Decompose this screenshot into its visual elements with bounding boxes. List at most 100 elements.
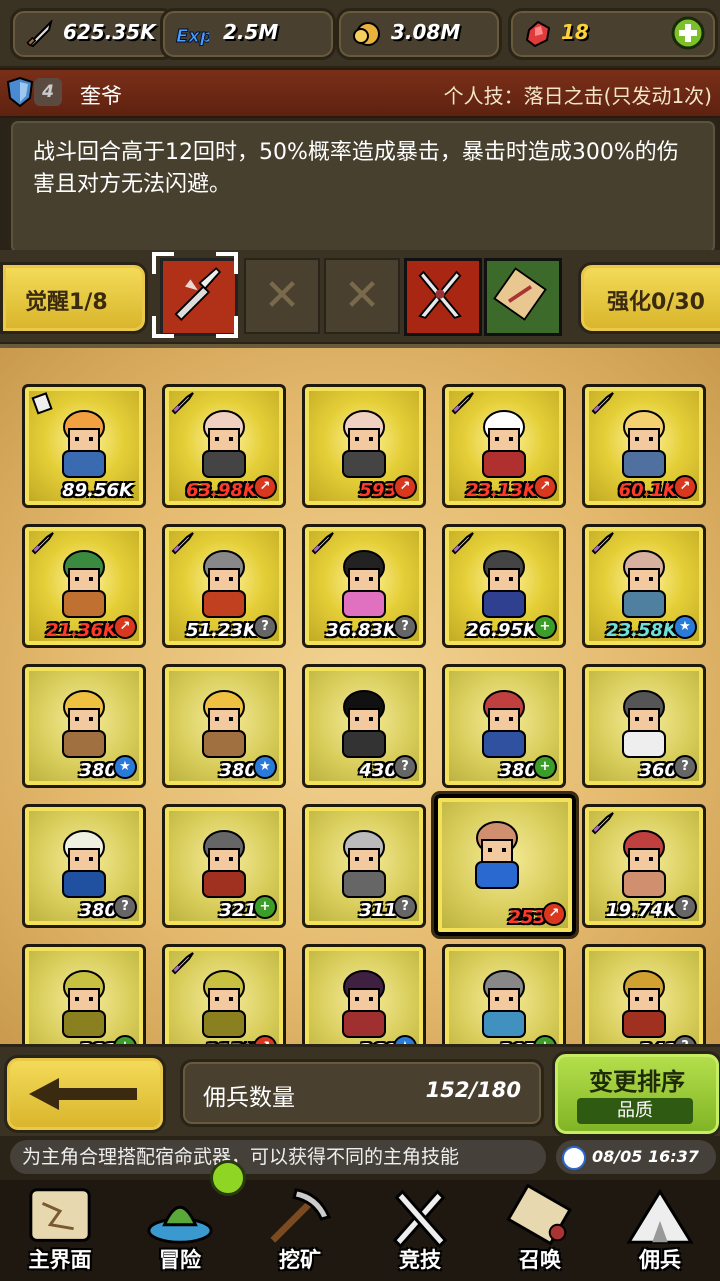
mercenary-portrait <box>482 550 526 618</box>
tips-bar: 为主角合理搭配宿命武器，可以获得不同的主角技能 08/05 16:37 <box>0 1136 720 1182</box>
mercenary-card[interactable]: 19.74K? <box>582 804 706 928</box>
nav-item[interactable]: 佣兵 <box>600 1180 720 1281</box>
class-badge-icon: ? <box>393 895 417 919</box>
nav-item[interactable]: 主界面 <box>0 1180 120 1281</box>
mercenary-power: 26.95K <box>466 620 537 641</box>
mercenary-power: 23.58K <box>606 620 677 641</box>
map-scroll-icon <box>29 1188 91 1242</box>
mercenary-card[interactable]: 381+ <box>22 944 146 1048</box>
mercenary-card[interactable]: 360? <box>582 664 706 788</box>
mercenary-card[interactable]: 341? <box>582 944 706 1048</box>
mercenary-card[interactable]: 51.23K? <box>162 524 286 648</box>
mercenary-card[interactable]: 213K↗ <box>162 944 286 1048</box>
mercenary-card[interactable]: 593 ↗ <box>302 384 426 508</box>
mercenary-card[interactable]: 23.58K ★ <box>582 524 706 648</box>
mercenary-card[interactable]: 311? <box>302 804 426 928</box>
bottom-controls: 佣兵数量 152/180 变更排序 品质 <box>0 1044 720 1139</box>
count-label: 佣兵数量 <box>203 1085 295 1111</box>
nav-label: 挖矿 <box>279 1248 321 1272</box>
nav-label: 竞技 <box>399 1248 441 1272</box>
exp-value: 2.5M <box>223 20 279 44</box>
scroll-tag-icon <box>31 391 55 415</box>
mercenary-power: 321 <box>219 900 257 921</box>
enhance-label: 强化0/30 <box>607 290 705 315</box>
mercenary-card[interactable]: 307+ <box>442 944 566 1048</box>
back-button[interactable] <box>4 1055 166 1133</box>
mercenary-card[interactable]: 26.95K + <box>442 524 566 648</box>
nav-item[interactable]: 竞技 <box>360 1180 480 1281</box>
attack-resource: 625.35K <box>10 8 176 60</box>
mercenary-portrait <box>622 970 666 1038</box>
class-badge-icon: ↗ <box>393 475 417 499</box>
mercenary-card[interactable]: 360★ <box>302 944 426 1048</box>
mercenary-card[interactable]: 89.56K <box>22 384 146 508</box>
mercenary-portrait <box>475 821 519 889</box>
mercenary-portrait <box>62 830 106 898</box>
mercenary-power: 311 <box>359 900 397 921</box>
mercenary-card[interactable]: 380 ★ <box>22 664 146 788</box>
mercenary-power: 430 <box>359 760 397 781</box>
weapon-slot-2[interactable]: ✕ <box>244 258 320 334</box>
mercenary-card[interactable]: 60.1K ↗ <box>582 384 706 508</box>
mercenary-portrait <box>202 410 246 478</box>
class-badge-icon: ? <box>673 755 697 779</box>
gem-value: 18 <box>561 20 589 44</box>
weapon-tag-icon <box>171 531 195 555</box>
weapon-tag-icon <box>591 391 615 415</box>
mercenary-power: 51.23K <box>186 620 257 641</box>
mercenary-card[interactable]: 321 + <box>162 804 286 928</box>
sort-button[interactable]: 变更排序 品质 <box>552 1051 720 1137</box>
class-badge-icon: ★ <box>253 755 277 779</box>
mercenary-power: 60.1K <box>618 480 677 501</box>
mercenary-portrait <box>342 970 386 1038</box>
pickaxe-icon <box>270 1188 332 1243</box>
tent-icon <box>626 1188 694 1244</box>
enhance-button[interactable]: 强化0/30 <box>578 262 720 334</box>
back-arrow-icon <box>29 1078 137 1110</box>
crossed-blades-slot[interactable] <box>404 258 482 336</box>
class-badge-icon: ↗ <box>113 615 137 639</box>
scroll-slot[interactable] <box>484 258 562 336</box>
mercenary-card[interactable]: 430? <box>302 664 426 788</box>
sword-icon <box>26 20 53 48</box>
mercenary-power: 360 <box>639 760 677 781</box>
mercenary-portrait <box>342 410 386 478</box>
mercenary-power: 380 <box>79 900 117 921</box>
skill-description-panel: 战斗回合高于12回时，50%概率造成暴击，暴击时造成300%的伤害且对方无法闪避… <box>8 118 718 256</box>
nav-item[interactable]: 挖矿 <box>240 1180 360 1281</box>
skill-description: 战斗回合高于12回时，50%概率造成暴击，暴击时造成300%的伤害且对方无法闪避… <box>33 140 679 197</box>
nav-item[interactable]: 召唤 <box>480 1180 600 1281</box>
mercenary-card[interactable]: 253 ↗ <box>434 794 576 936</box>
weapon-tag-icon <box>311 531 335 555</box>
summon-scroll-icon <box>506 1183 572 1246</box>
empty-slot-icon: ✕ <box>263 270 301 321</box>
crossed-swords-icon <box>392 1189 448 1249</box>
mercenary-power: 36.83K <box>326 620 397 641</box>
mercenary-portrait <box>202 970 246 1038</box>
add-gems-button[interactable] <box>671 16 705 50</box>
weapon-slot-3[interactable]: ✕ <box>324 258 400 334</box>
mercenary-portrait <box>482 410 526 478</box>
mercenary-card[interactable]: 21.36K ↗ <box>22 524 146 648</box>
weapon-tag-icon <box>451 391 475 415</box>
mercenary-card[interactable]: 36.83K? <box>302 524 426 648</box>
class-badge-icon: ? <box>253 615 277 639</box>
main-nav: 主界面 冒险 挖矿 竞技 召唤 佣兵 <box>0 1180 720 1281</box>
selection-frame <box>152 252 238 338</box>
mercenary-portrait <box>62 970 106 1038</box>
mercenary-card[interactable]: 380? <box>22 804 146 928</box>
exp-icon: Exp <box>176 26 210 48</box>
mercenary-card[interactable]: 23.13K ↗ <box>442 384 566 508</box>
mercenary-card[interactable]: 63.98K ↗ <box>162 384 286 508</box>
mercenary-portrait <box>622 410 666 478</box>
mercenary-power: 253 <box>508 907 546 928</box>
mercenary-card[interactable]: 380 + <box>442 664 566 788</box>
awaken-button[interactable]: 觉醒1/8 <box>0 262 148 334</box>
nav-label: 佣兵 <box>639 1248 681 1272</box>
mercenary-portrait <box>62 690 106 758</box>
gold-value: 3.08M <box>391 20 461 44</box>
datetime-text: 08/05 16:37 <box>592 1147 699 1166</box>
mercenary-card[interactable]: 380 ★ <box>162 664 286 788</box>
mercenary-portrait <box>62 550 106 618</box>
nav-label: 冒险 <box>159 1248 201 1272</box>
